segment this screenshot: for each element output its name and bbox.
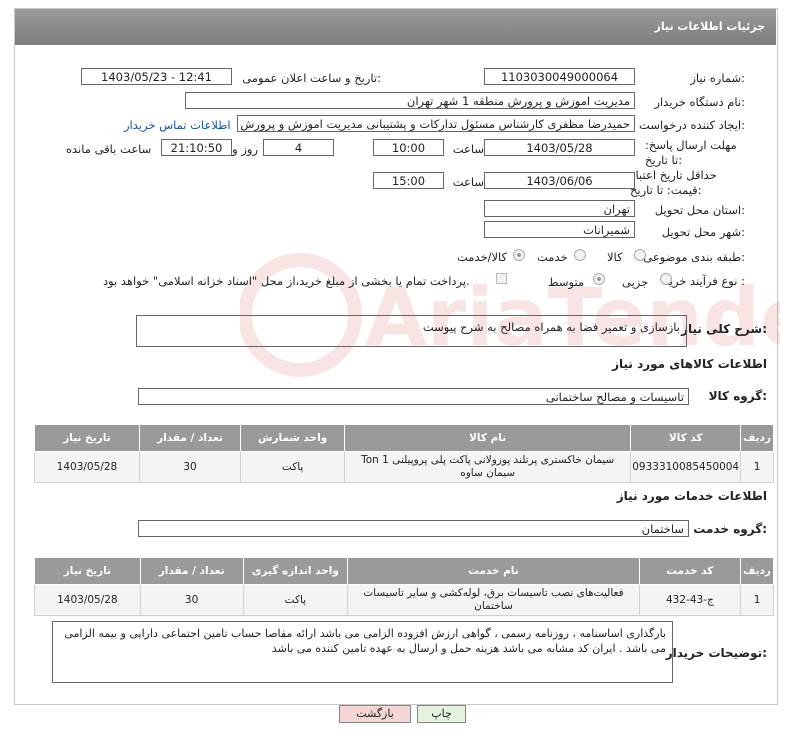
buyer-notes-textarea[interactable]: بارگذاری اساسنامه ، روزنامه رسمی ، گواهی… — [52, 621, 673, 683]
city-field: شمیرانات — [484, 221, 635, 238]
category-option-service: خدمت — [537, 250, 568, 264]
goods-cell-date: 1403/05/28 — [34, 451, 140, 483]
need-number-field: 1103030049000064 — [484, 68, 635, 85]
table-row: 1 ج-43-432 فعالیت‌های نصب تاسیسات برق، ل… — [34, 584, 774, 616]
goods-col-code: کد کالا — [630, 424, 742, 452]
announce-label: تاریخ و ساعت اعلان عمومی: — [242, 71, 381, 85]
category-label: طبقه بندی موضوعی: — [643, 250, 745, 264]
buyer-label: نام دستگاه خریدار: — [654, 95, 745, 109]
services-cell-row: 1 — [740, 584, 774, 616]
deadline-time-field: 10:00 — [373, 139, 444, 156]
announce-field: 1403/05/23 - 12:41 — [81, 68, 232, 85]
deadline-time-label: ساعت — [452, 142, 484, 156]
services-col-unit: واحد اندازه گیری — [242, 557, 349, 585]
goods-col-date: تاریخ نیاز — [34, 424, 140, 452]
goods-table: ردیف کد کالا نام کالا واحد شمارش تعداد /… — [34, 424, 774, 483]
description-label: شرح کلی نیاز: — [681, 322, 767, 336]
remaining-time-field: 21:10:50 — [161, 139, 232, 156]
services-col-code: کد خدمت — [638, 557, 742, 585]
goods-cell-qty: 30 — [138, 451, 242, 483]
services-section-title: اطلاعات خدمات مورد نیاز — [616, 489, 767, 503]
services-cell-name: فعالیت‌های نصب تاسیسات برق، لوله‌کشی و س… — [347, 584, 640, 616]
process-option-minor: جزیی — [622, 275, 649, 289]
page-title: جزئیات اطلاعات نیاز — [654, 20, 766, 33]
services-col-qty: تعداد / مقدار — [139, 557, 244, 585]
services-cell-date: 1403/05/28 — [34, 584, 141, 616]
category-option-both: کالا/خدمت — [457, 250, 508, 264]
goods-col-name: نام کالا — [344, 424, 632, 452]
goods-col-unit: واحد شمارش — [240, 424, 346, 452]
deadline-date-field: 1403/05/28 — [484, 139, 635, 156]
goods-cell-code: 0933310085450004 — [630, 451, 742, 483]
back-button[interactable]: بازگشت — [339, 705, 411, 723]
category-radio-both[interactable] — [513, 249, 525, 261]
services-cell-qty: 30 — [139, 584, 244, 616]
services-table: ردیف کد خدمت نام خدمت واحد اندازه گیری ت… — [34, 557, 774, 616]
city-label: شهر محل تحویل: — [661, 225, 745, 239]
services-cell-unit: پاکت — [242, 584, 349, 616]
validity-time-label: ساعت — [452, 175, 484, 189]
goods-cell-unit: پاکت — [240, 451, 346, 483]
need-number-label: شماره نیاز: — [690, 71, 745, 85]
category-option-goods: کالا — [607, 250, 623, 264]
description-textarea[interactable]: بازسازی و تعمیر فضا به همراه مصالح به شر… — [136, 315, 687, 347]
services-col-date: تاریخ نیاز — [34, 557, 141, 585]
table-row: 1 0933310085450004 سیمان خاکستری پرتلند … — [34, 451, 774, 483]
validity-time-field: 15:00 — [373, 172, 444, 189]
goods-cell-name: سیمان خاکستری پرتلند پوزولانی پاکت پلی پ… — [344, 451, 632, 483]
creator-field: حمیدرضا مظفری کارشناس مسئول تدارکات و پش… — [237, 115, 635, 132]
services-cell-code: ج-43-432 — [638, 584, 742, 616]
goods-group-field: تاسیسات و مصالح ساختمانی — [138, 388, 689, 405]
process-radio-minor[interactable] — [660, 273, 672, 285]
services-col-name: نام خدمت — [347, 557, 640, 585]
goods-col-qty: تعداد / مقدار — [138, 424, 242, 452]
days-field: 4 — [263, 139, 334, 156]
goods-col-row: ردیف — [740, 424, 774, 452]
services-group-field: ساختمان — [138, 520, 689, 537]
category-radio-service[interactable] — [574, 249, 586, 261]
goods-group-label: گروه کالا: — [708, 389, 767, 403]
buyer-field: مدیریت اموزش و پرورش منطقه 1 شهر تهران — [185, 92, 635, 109]
validity-date-field: 1403/06/06 — [484, 172, 635, 189]
buyer-contact-link[interactable]: اطلاعات تماس خریدار — [124, 118, 231, 132]
print-button[interactable]: چاپ — [417, 705, 466, 723]
process-option-medium: متوسط — [548, 275, 585, 289]
remaining-label: ساعت باقی مانده — [66, 142, 152, 156]
services-group-label: گروه خدمت: — [693, 522, 767, 536]
province-field: تهران — [484, 200, 635, 217]
province-label: استان محل تحویل: — [654, 203, 745, 217]
payment-note: پرداخت تمام یا بخشی از مبلغ خرید،از محل … — [103, 274, 470, 288]
days-label: روز و — [232, 142, 258, 156]
validity-label: حداقل تاریخ اعتبار قیمت: تا تاریخ: — [630, 168, 717, 197]
category-radio-goods[interactable] — [634, 249, 646, 261]
process-label: نوع فرآیند خرید : — [663, 274, 745, 288]
treasury-checkbox[interactable] — [496, 273, 507, 284]
services-col-row: ردیف — [740, 557, 774, 585]
creator-label: ایجاد کننده درخواست: — [639, 118, 745, 132]
buyer-notes-label: توضیحات خریدار: — [665, 646, 767, 660]
process-radio-medium[interactable] — [593, 273, 605, 285]
deadline-label: مهلت ارسال پاسخ: تا تاریخ: — [645, 138, 737, 167]
goods-section-title: اطلاعات کالاهای مورد نیاز — [612, 357, 767, 371]
goods-cell-row: 1 — [740, 451, 774, 483]
